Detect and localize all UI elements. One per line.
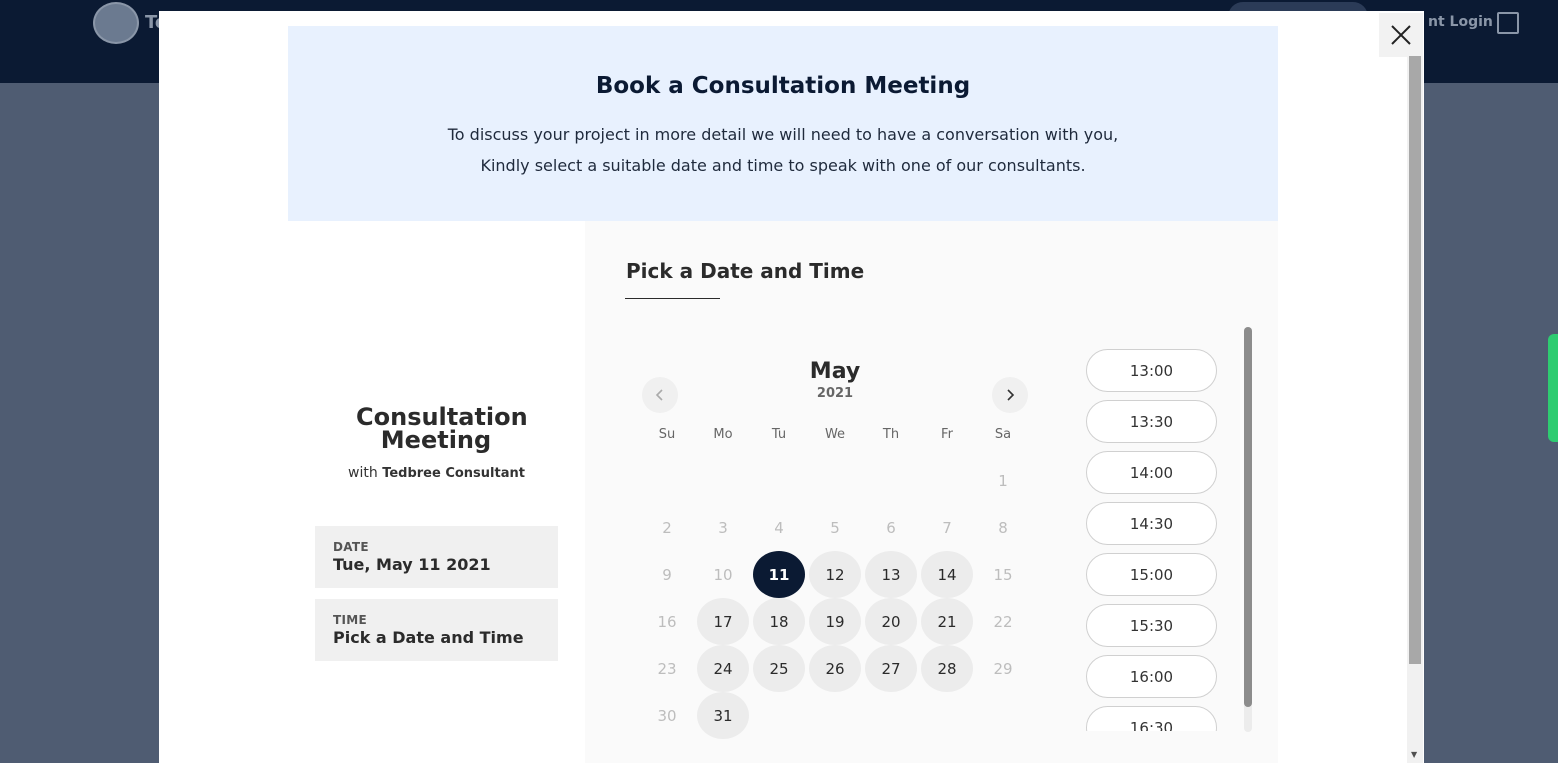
calendar-day-unavailable: 29	[993, 659, 1013, 678]
calendar-day-unavailable: 15	[993, 565, 1013, 584]
date-summary-box: DATE Tue, May 11 2021	[315, 526, 558, 588]
calendar-day-unavailable: 1	[998, 471, 1008, 490]
meeting-title: Consultation Meeting	[356, 403, 528, 454]
next-month-button[interactable]	[992, 377, 1028, 413]
calendar-day-selected[interactable]: 11	[753, 551, 805, 598]
time-slot-button[interactable]: 16:00	[1086, 655, 1217, 698]
calendar-day-unavailable: 6	[886, 518, 896, 537]
calendar-week-row: 23 24 25 26 27 28 29	[639, 645, 1031, 692]
calendar-day-unavailable: 2	[662, 518, 672, 537]
site-login-link: nt Login	[1428, 14, 1493, 30]
calendar-week-row: 9 10 11 12 13 14 15	[639, 551, 1031, 598]
time-slot-button[interactable]: 15:30	[1086, 604, 1217, 647]
calendar-year: 2021	[816, 386, 854, 401]
calendar-day-available[interactable]: 19	[809, 598, 861, 645]
calendar-month: May	[809, 359, 861, 384]
chevron-right-icon	[1007, 389, 1015, 401]
meeting-summary-panel: Consultation Meeting with Tedbree Consul…	[288, 221, 585, 763]
cart-icon	[1497, 12, 1519, 34]
calendar-day-available[interactable]: 20	[865, 598, 917, 645]
scroll-down-arrow-icon[interactable]: ▼	[1411, 750, 1417, 759]
modal-description: To discuss your project in more detail w…	[447, 125, 1119, 175]
date-value: Tue, May 11 2021	[333, 555, 491, 574]
calendar-day-available[interactable]: 14	[921, 551, 973, 598]
date-time-picker: Pick a Date and Time May 2021 Su Mo Tu We Th…	[585, 221, 1278, 763]
time-slot-list[interactable]: 13:00 13:30 14:00 14:30 15:00 15:30 16:00 16:30	[1086, 349, 1218, 731]
meeting-host-name: Tedbree Consultant	[382, 466, 525, 481]
time-label: TIME	[333, 613, 367, 627]
calendar-day-unavailable: 22	[993, 612, 1013, 631]
site-logo-icon	[93, 2, 139, 44]
meeting-with-prefix: with	[348, 465, 378, 481]
calendar-day-unavailable: 7	[942, 518, 952, 537]
weekday-label: Sa	[994, 427, 1012, 442]
time-slot-button[interactable]: 13:30	[1086, 400, 1217, 443]
calendar-day-unavailable: 8	[998, 518, 1008, 537]
time-slot-scrollbar[interactable]	[1244, 327, 1252, 732]
time-slot-scrollbar-thumb[interactable]	[1244, 327, 1252, 707]
calendar-day-unavailable: 10	[713, 565, 733, 584]
modal-scrollbar[interactable]: ▼	[1407, 56, 1423, 763]
modal-header: Book a Consultation Meeting To discuss y…	[288, 26, 1278, 221]
weekday-label: Su	[658, 427, 676, 442]
previous-month-button[interactable]	[642, 377, 678, 413]
calendar-day-available[interactable]: 17	[697, 598, 749, 645]
calendar-week-row: 16 17 18 19 20 21 22	[639, 598, 1031, 645]
time-slot-button[interactable]: 14:00	[1086, 451, 1217, 494]
modal-title: Book a Consultation Meeting	[595, 73, 971, 99]
weekday-label: Fr	[941, 427, 953, 442]
calendar-day-available[interactable]: 18	[753, 598, 805, 645]
calendar-week-row: 2 3 4 5 6 7 8	[639, 504, 1031, 551]
time-value: Pick a Date and Time	[333, 628, 524, 647]
weekday-label: Th	[882, 427, 900, 442]
calendar-day-available[interactable]: 28	[921, 645, 973, 692]
calendar-day-unavailable: 3	[718, 518, 728, 537]
calendar-grid: Su Mo Tu We Th Fr Sa 1 2 3 4 5 6 7 8 9 10 11 12 13 14 15 16 17…	[639, 427, 1031, 739]
modal-scrollbar-thumb[interactable]	[1409, 56, 1421, 664]
booking-modal: ▼ Book a Consultation Meeting To discuss…	[159, 11, 1424, 763]
feedback-side-tab[interactable]	[1548, 334, 1558, 442]
time-slot-button[interactable]: 13:00	[1086, 349, 1217, 392]
date-label: DATE	[333, 540, 369, 554]
weekday-label: Mo	[713, 427, 733, 442]
time-slot-button[interactable]: 15:00	[1086, 553, 1217, 596]
calendar-day-available[interactable]: 26	[809, 645, 861, 692]
time-slot-button[interactable]: 16:30	[1086, 706, 1217, 731]
close-icon	[1391, 25, 1411, 45]
calendar-day-unavailable: 30	[657, 706, 677, 725]
calendar-week-row: 1	[639, 457, 1031, 504]
weekday-label: Tu	[771, 427, 787, 442]
weekday-header-row: Su Mo Tu We Th Fr Sa	[639, 427, 1031, 442]
picker-title-underline	[625, 298, 720, 299]
time-summary-box: TIME Pick a Date and Time	[315, 599, 558, 661]
calendar-weeks: 1 2 3 4 5 6 7 8 9 10 11 12 13 14 15 16 17 18 19 20 21 22 23 24 2…	[639, 457, 1031, 739]
calendar-day-unavailable: 23	[657, 659, 677, 678]
calendar-day-available[interactable]: 25	[753, 645, 805, 692]
chevron-left-icon	[655, 389, 663, 401]
meeting-host: with Tedbree Consultant	[288, 465, 585, 481]
calendar-day-unavailable: 16	[657, 612, 677, 631]
calendar-day-available[interactable]: 27	[865, 645, 917, 692]
picker-title: Pick a Date and Time	[626, 259, 865, 283]
calendar-day-available[interactable]: 31	[697, 692, 749, 739]
calendar-week-row: 30 31	[639, 692, 1031, 739]
close-button[interactable]	[1379, 13, 1423, 57]
calendar-day-available[interactable]: 24	[697, 645, 749, 692]
weekday-label: We	[824, 427, 846, 442]
calendar-day-unavailable: 5	[830, 518, 840, 537]
calendar-day-available[interactable]: 21	[921, 598, 973, 645]
time-slot-button[interactable]: 14:30	[1086, 502, 1217, 545]
calendar-day-unavailable: 4	[774, 518, 784, 537]
calendar-day-available[interactable]: 12	[809, 551, 861, 598]
calendar-day-unavailable: 9	[662, 565, 672, 584]
calendar-day-available[interactable]: 13	[865, 551, 917, 598]
